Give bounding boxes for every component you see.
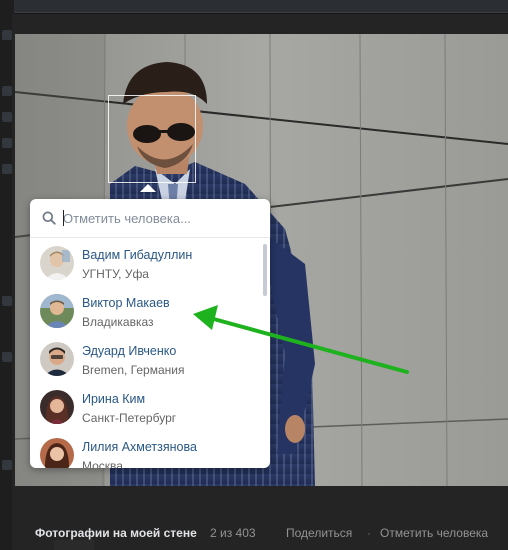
avatar bbox=[40, 246, 74, 280]
avatar bbox=[40, 294, 74, 328]
background-icon bbox=[2, 352, 12, 362]
separator: · bbox=[367, 526, 371, 540]
background-icon bbox=[2, 112, 12, 122]
photo-counter: 2 из 403 bbox=[210, 526, 256, 540]
friend-item[interactable]: Виктор Макаев Владикавказ bbox=[30, 286, 270, 334]
friend-subtitle: Владикавказ bbox=[82, 315, 154, 329]
friend-name[interactable]: Эдуард Ивченко bbox=[82, 344, 176, 358]
tag-popup-pointer bbox=[140, 184, 156, 192]
background-divider bbox=[0, 12, 508, 13]
friend-subtitle: Bremen, Германия bbox=[82, 363, 185, 377]
background-icon bbox=[2, 138, 12, 148]
search-icon bbox=[42, 211, 56, 225]
friend-subtitle: Санкт-Петербург bbox=[82, 411, 177, 425]
background-icon bbox=[2, 164, 12, 174]
friend-item[interactable]: Эдуард Ивченко Bremen, Германия bbox=[30, 334, 270, 382]
friend-name[interactable]: Лилия Ахметзянова bbox=[82, 440, 197, 454]
background-icon bbox=[2, 86, 12, 96]
avatar bbox=[40, 390, 74, 424]
tag-person-popup: Вадим Гибадуллин УГНТУ, Уфа Виктор Мак bbox=[30, 199, 270, 468]
friend-list[interactable]: Вадим Гибадуллин УГНТУ, Уфа Виктор Макае… bbox=[30, 238, 270, 468]
background-top-bar bbox=[0, 0, 508, 12]
album-title[interactable]: Фотографии на моей стене bbox=[35, 526, 197, 540]
tag-face-frame[interactable] bbox=[108, 95, 196, 183]
tag-search-bar bbox=[30, 199, 270, 238]
background-icon bbox=[2, 296, 12, 306]
friend-subtitle: Москва bbox=[82, 459, 123, 468]
friend-item[interactable]: Лилия Ахметзянова Москва bbox=[30, 430, 270, 468]
tag-search-input[interactable] bbox=[63, 208, 258, 228]
share-link[interactable]: Поделиться bbox=[286, 526, 352, 540]
background-thumbnail bbox=[54, 540, 94, 550]
tag-person-link[interactable]: Отметить человека bbox=[380, 526, 488, 540]
friend-name[interactable]: Виктор Макаев bbox=[82, 296, 170, 310]
friend-item[interactable]: Вадим Гибадуллин УГНТУ, Уфа bbox=[30, 238, 270, 286]
photo-viewer-page: Вадим Гибадуллин УГНТУ, Уфа Виктор Мак bbox=[0, 0, 508, 550]
friend-subtitle: УГНТУ, Уфа bbox=[82, 267, 149, 281]
photo-viewer: Вадим Гибадуллин УГНТУ, Уфа Виктор Мак bbox=[12, 14, 508, 550]
background-icon bbox=[2, 460, 12, 470]
text-cursor bbox=[63, 210, 64, 226]
avatar bbox=[40, 438, 74, 468]
scrollbar[interactable] bbox=[263, 244, 267, 296]
friend-name[interactable]: Ирина Ким bbox=[82, 392, 145, 406]
avatar bbox=[40, 342, 74, 376]
friend-name[interactable]: Вадим Гибадуллин bbox=[82, 248, 192, 262]
background-icon bbox=[2, 30, 12, 40]
friend-item[interactable]: Ирина Ким Санкт-Петербург bbox=[30, 382, 270, 430]
